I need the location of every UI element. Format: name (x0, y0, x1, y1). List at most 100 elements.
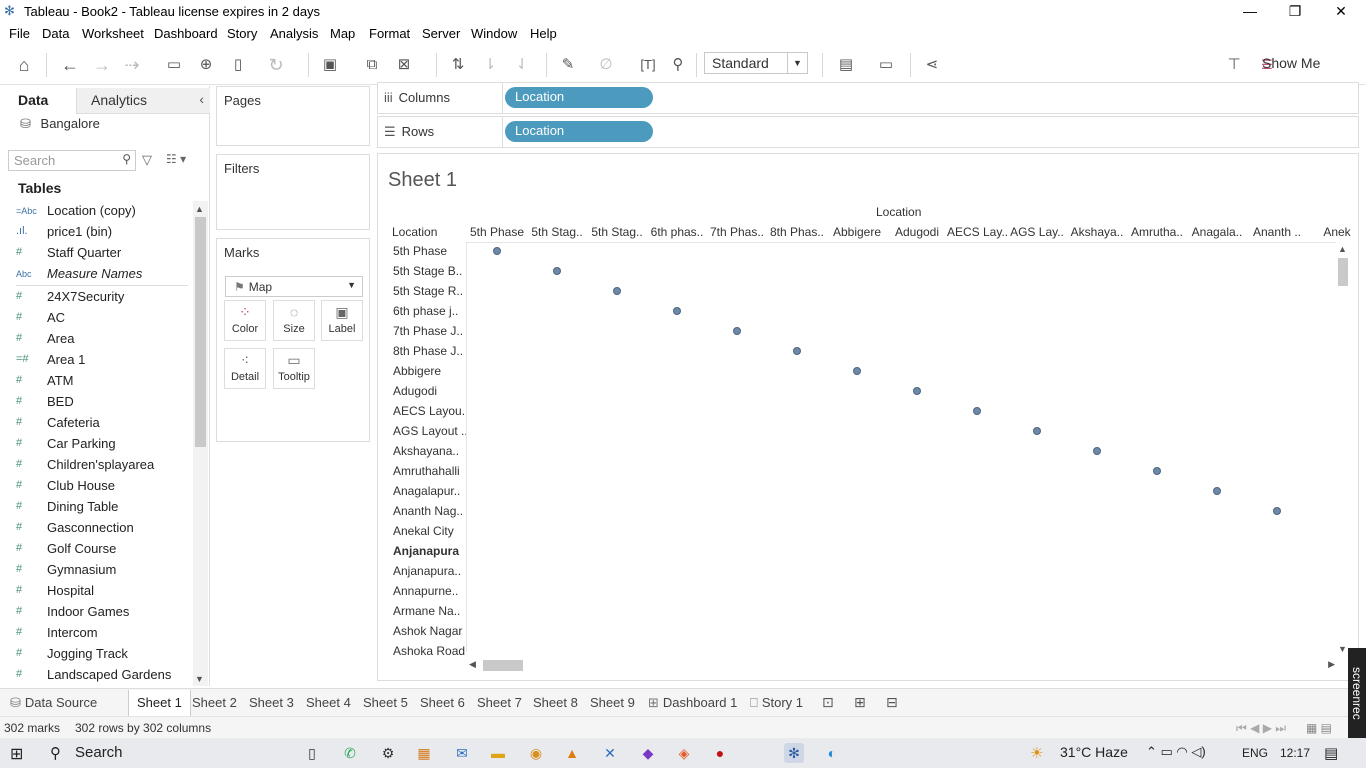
clock[interactable]: 12:17 (1280, 746, 1310, 760)
new-story-icon[interactable]: ⊟ (886, 694, 898, 711)
row-header[interactable]: 7th Phase J.. (393, 324, 466, 338)
field-item[interactable]: # Indoor Games (14, 602, 192, 623)
tab-sheet-3[interactable]: Sheet 3 (249, 695, 294, 710)
tab-sheet-5[interactable]: Sheet 5 (363, 695, 408, 710)
menu-worksheet[interactable]: Worksheet (82, 26, 144, 41)
pages-card[interactable]: Pages (216, 86, 370, 146)
label-button[interactable]: ▣ Label (321, 300, 363, 341)
new-worksheet-icon[interactable]: ⊡ (822, 694, 834, 711)
menu-server[interactable]: Server (422, 26, 460, 41)
column-header[interactable]: Akshaya.. (1067, 225, 1127, 239)
column-header[interactable]: Abbigere (827, 225, 887, 239)
color-button[interactable]: ⁘ Color (224, 300, 266, 341)
scrollbar-thumb[interactable] (1338, 258, 1348, 286)
whatsapp-icon[interactable]: ✆ (340, 743, 360, 763)
row-header[interactable]: 6th phase j.. (393, 304, 466, 318)
location-mark[interactable] (1093, 447, 1101, 455)
rows-shelf[interactable]: ☰ Rows Location (377, 116, 1359, 148)
new-worksheet-icon[interactable]: ▣ (318, 53, 342, 77)
tab-sheet-6[interactable]: Sheet 6 (420, 695, 465, 710)
row-header[interactable]: Anjanapura (393, 544, 466, 558)
sort-ascending-icon[interactable]: ⇂ (478, 53, 502, 77)
datasource-item[interactable]: ⛁ Bangalore (20, 116, 100, 132)
tab-dashboard-1[interactable]: ⊞ Dashboard 1 (648, 695, 737, 711)
tab-sheet-4[interactable]: Sheet 4 (306, 695, 351, 710)
field-item[interactable]: # Gasconnection (14, 518, 192, 539)
row-header[interactable]: Adugodi (393, 384, 466, 398)
column-header[interactable]: Anagala.. (1187, 225, 1247, 239)
field-item[interactable]: # Children'splayarea (14, 455, 192, 476)
menu-story[interactable]: Story (227, 26, 257, 41)
menu-dashboard[interactable]: Dashboard (154, 26, 218, 41)
menu-analysis[interactable]: Analysis (270, 26, 318, 41)
scroll-down-icon[interactable]: ▼ (1338, 644, 1347, 654)
menu-help[interactable]: Help (530, 26, 557, 41)
app-icon[interactable]: ◉ (526, 743, 546, 763)
mark-type-dropdown[interactable]: ⚑ Map ▼ (225, 276, 363, 297)
row-header[interactable]: Armane Na.. (393, 604, 466, 618)
field-item[interactable]: # Jogging Track (14, 644, 192, 665)
row-header[interactable]: Anekal City (393, 524, 466, 538)
tab-sheet-9[interactable]: Sheet 9 (590, 695, 635, 710)
tab-analytics[interactable]: Analytics ‹ (76, 88, 210, 114)
share-icon[interactable]: ⋖ (920, 53, 944, 77)
highlight-icon[interactable]: ✎ (556, 53, 580, 77)
viz-vertical-scrollbar[interactable]: ▲ ▼ (1336, 242, 1350, 654)
row-header[interactable]: Anagalapur.. (393, 484, 466, 498)
save-icon[interactable]: ▭ (162, 53, 186, 77)
tab-sheet-2[interactable]: Sheet 2 (192, 695, 237, 710)
language-indicator[interactable]: ENG (1242, 746, 1268, 760)
home-icon[interactable]: ⌂ (12, 53, 36, 77)
scroll-up-icon[interactable]: ▲ (1338, 244, 1347, 254)
location-mark[interactable] (1033, 427, 1041, 435)
field-item[interactable]: # Cafeteria (14, 413, 192, 434)
location-column-pill[interactable]: Location (505, 87, 653, 108)
column-header[interactable]: Amrutha.. (1127, 225, 1187, 239)
scroll-down-icon[interactable]: ▼ (195, 674, 204, 684)
field-item[interactable]: # Dining Table (14, 497, 192, 518)
field-item[interactable]: # Staff Quarter (14, 243, 192, 264)
view-options-icon[interactable]: ☷ ▾ (166, 152, 186, 166)
field-item[interactable]: # ATM (14, 371, 192, 392)
row-header[interactable]: AGS Layout .. (393, 424, 466, 438)
fix-axes-icon[interactable]: ⚲ (666, 53, 690, 77)
field-item[interactable]: # Gymnasium (14, 560, 192, 581)
edge-icon[interactable]: ◐ (822, 743, 842, 763)
column-header[interactable]: Adugodi (887, 225, 947, 239)
swap-icon[interactable]: ⇅ (446, 53, 470, 77)
field-item[interactable]: # Area (14, 329, 192, 350)
tooltip-button[interactable]: ▭ Tooltip (273, 348, 315, 389)
taskbar-search-icon[interactable]: ⚲ (50, 744, 61, 762)
view-mode-select[interactable]: Standard ▼ (704, 52, 808, 74)
size-button[interactable]: ◌ Size (273, 300, 315, 341)
windows-start-icon[interactable]: ⊞ (10, 744, 23, 764)
app-icon[interactable]: ◆ (638, 743, 658, 763)
location-mark[interactable] (1153, 467, 1161, 475)
column-header[interactable]: Anek (1307, 225, 1358, 239)
settings-icon[interactable]: ⚙ (378, 743, 398, 763)
field-list-scrollbar[interactable]: ▲ ▼ (193, 201, 208, 686)
taskbar-search-label[interactable]: Search (75, 744, 123, 761)
field-item[interactable]: #24X7Security (14, 287, 192, 308)
column-header[interactable]: 7th Phas.. (707, 225, 767, 239)
sort-descending-icon[interactable]: ⇃ (510, 53, 534, 77)
field-search-input[interactable]: Search ⚲ (8, 150, 136, 171)
columns-shelf[interactable]: iii Columns Location (377, 82, 1359, 114)
tab-sheet-8[interactable]: Sheet 8 (533, 695, 578, 710)
pause-updates-icon[interactable]: ▯ (226, 53, 250, 77)
column-header[interactable]: 8th Phas.. (767, 225, 827, 239)
field-item[interactable]: # Landscaped Gardens (14, 665, 192, 686)
minimize-button[interactable]: — (1227, 0, 1273, 23)
row-header[interactable]: Anjanapura.. (393, 564, 466, 578)
column-header[interactable]: 5th Stag.. (527, 225, 587, 239)
field-item[interactable]: # Hospital (14, 581, 192, 602)
row-header[interactable]: 5th Stage R.. (393, 284, 466, 298)
redo-icon[interactable]: → (90, 53, 114, 77)
mail-icon[interactable]: ✉ (452, 743, 472, 763)
filters-card[interactable]: Filters (216, 154, 370, 230)
row-header[interactable]: Ashok Nagar (393, 624, 466, 638)
location-mark[interactable] (853, 367, 861, 375)
viz-horizontal-scrollbar[interactable]: ◀ ▶ (467, 658, 1337, 672)
location-mark[interactable] (673, 307, 681, 315)
row-header[interactable]: 8th Phase J.. (393, 344, 466, 358)
